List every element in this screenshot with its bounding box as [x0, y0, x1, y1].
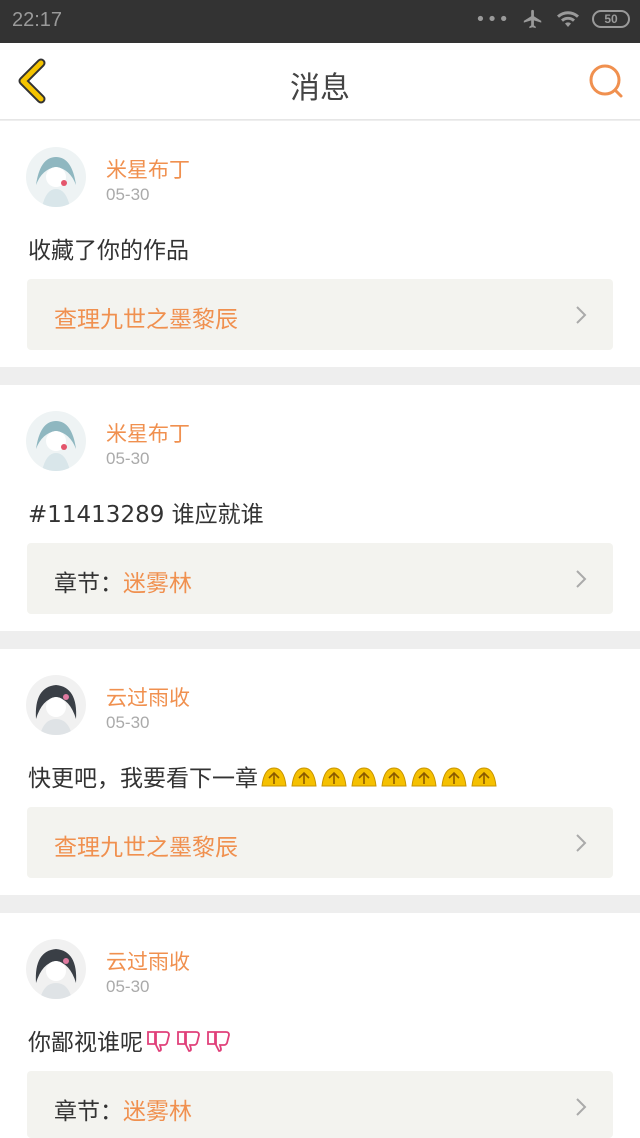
- date: 05-30: [106, 713, 150, 732]
- status-icons: ••• 50: [475, 8, 630, 30]
- chapter-link[interactable]: 章节：迷雾林: [27, 1071, 613, 1138]
- chevron-right-icon: [576, 570, 587, 588]
- link-target: 迷雾林: [123, 571, 192, 597]
- chevron-right-icon: [576, 834, 587, 852]
- username[interactable]: 云过雨收: [106, 682, 190, 712]
- work-link[interactable]: 查理九世之墨黎辰: [27, 279, 613, 350]
- message-text: #11413289 谁应就谁: [28, 495, 264, 529]
- chevron-right-icon: [576, 306, 587, 324]
- pray-emoji: [291, 767, 317, 787]
- message-body: 收藏了你的作品: [28, 238, 189, 264]
- work-title: 查理九世之墨黎辰: [54, 300, 238, 334]
- emoji-row: [145, 1028, 233, 1052]
- username[interactable]: 米星布丁: [106, 154, 190, 184]
- thumbs-down-emoji: [147, 1031, 170, 1052]
- header: 消息: [0, 43, 640, 120]
- emoji-row: [260, 764, 498, 788]
- username[interactable]: 云过雨收: [106, 946, 190, 976]
- message-body: #11413289 谁应就谁: [28, 502, 264, 528]
- message-body: 你鄙视谁呢: [28, 1030, 143, 1056]
- work-link[interactable]: 查理九世之墨黎辰: [27, 807, 613, 878]
- chevron-right-icon: [576, 1098, 587, 1116]
- message-card: 米星布丁 05-30 #11413289 谁应就谁 章节：迷雾林: [0, 385, 640, 631]
- message-text: 快更吧，我要看下一章: [28, 759, 498, 793]
- date: 05-30: [106, 449, 150, 468]
- pray-emoji: [471, 767, 497, 787]
- message-card: 云过雨收 05-30 快更吧，我要看下一章 查理九世之墨黎辰: [0, 649, 640, 895]
- chapter-link[interactable]: 章节：迷雾林: [27, 543, 613, 614]
- link-prefix: 章节：: [54, 571, 123, 597]
- link-prefix: 章节：: [54, 1099, 123, 1125]
- message-body: 快更吧，我要看下一章: [28, 766, 258, 792]
- more-dots-icon: •••: [475, 8, 510, 30]
- message-text: 你鄙视谁呢: [28, 1023, 233, 1057]
- search-icon: [589, 64, 623, 98]
- thumbs-down-emoji: [207, 1031, 230, 1052]
- work-title: 查理九世之墨黎辰: [54, 828, 238, 862]
- battery-icon: 50: [592, 10, 630, 28]
- link-target: 查理九世之墨黎辰: [54, 307, 238, 333]
- thumbs-down-emoji: [177, 1031, 200, 1052]
- status-time: 22:17: [12, 9, 63, 31]
- search-button[interactable]: [586, 61, 626, 101]
- status-bar: 22:17 ••• 50: [0, 0, 640, 43]
- wifi-icon: [557, 11, 579, 27]
- message-card: 米星布丁 05-30 收藏了你的作品 查理九世之墨黎辰: [0, 121, 640, 367]
- link-target: 查理九世之墨黎辰: [54, 835, 238, 861]
- chapter-title: 章节：迷雾林: [54, 564, 192, 598]
- message-card: 云过雨收 05-30 你鄙视谁呢 章节：迷雾林: [0, 913, 640, 1138]
- message-text: 收藏了你的作品: [28, 231, 189, 265]
- pray-emoji: [351, 767, 377, 787]
- username[interactable]: 米星布丁: [106, 418, 190, 448]
- date: 05-30: [106, 185, 150, 204]
- page-title: 消息: [290, 71, 350, 106]
- pray-emoji: [321, 767, 347, 787]
- pray-emoji: [411, 767, 437, 787]
- chapter-title: 章节：迷雾林: [54, 1092, 192, 1126]
- pray-emoji: [261, 767, 287, 787]
- airplane-icon: [523, 9, 542, 29]
- avatar[interactable]: [26, 675, 86, 735]
- avatar[interactable]: [26, 147, 86, 207]
- pray-emoji: [381, 767, 407, 787]
- avatar[interactable]: [26, 939, 86, 999]
- avatar[interactable]: [26, 411, 86, 471]
- date: 05-30: [106, 977, 150, 996]
- link-target: 迷雾林: [123, 1099, 192, 1125]
- pray-emoji: [441, 767, 467, 787]
